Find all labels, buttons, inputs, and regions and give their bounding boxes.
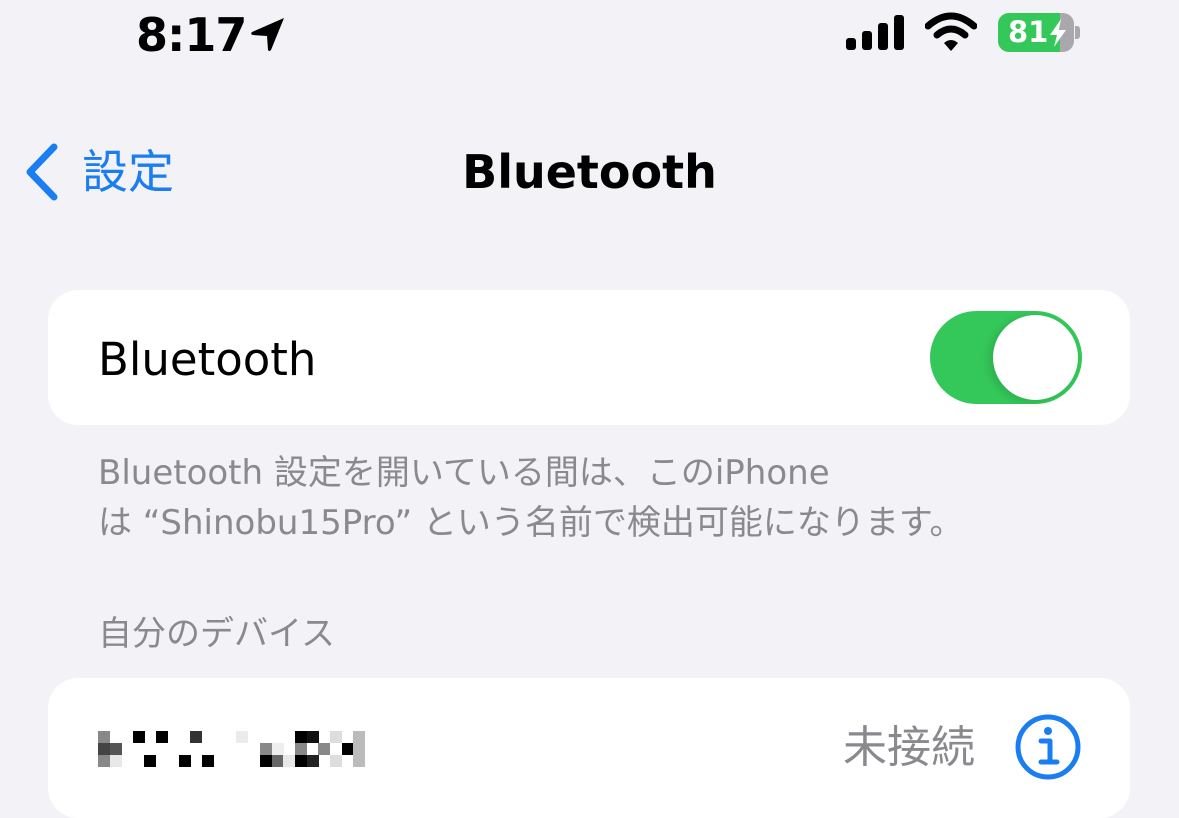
wifi-icon (925, 12, 977, 51)
bluetooth-toggle-switch[interactable] (930, 311, 1082, 404)
location-arrow-icon (251, 18, 284, 51)
bluetooth-toggle-label: Bluetooth (98, 333, 317, 386)
my-devices-header: 自分のデバイス (98, 614, 335, 654)
toggle-knob (993, 315, 1078, 400)
battery-tip (1075, 26, 1080, 39)
battery-percent: 81 (1008, 15, 1049, 49)
charging-bolt-icon (1050, 19, 1066, 47)
status-time: 8:17 (136, 8, 247, 62)
page-title: Bluetooth (462, 145, 717, 199)
cellular-signal-icon (846, 15, 904, 50)
battery-indicator: 81 (998, 13, 1082, 53)
info-circle-icon[interactable] (1014, 713, 1082, 781)
footer-line-1: Bluetooth 設定を開いている間は、このiPhone (98, 453, 830, 493)
footer-line-2: は “Shinobu15Pro” という名前で検出可能になります。 (98, 503, 964, 543)
device-name-pixelated (98, 731, 365, 767)
device-connection-status: 未接続 (843, 722, 975, 773)
discoverable-footer-text: Bluetooth 設定を開いている間は、このiPhone は “Shinobu… (98, 448, 1058, 548)
